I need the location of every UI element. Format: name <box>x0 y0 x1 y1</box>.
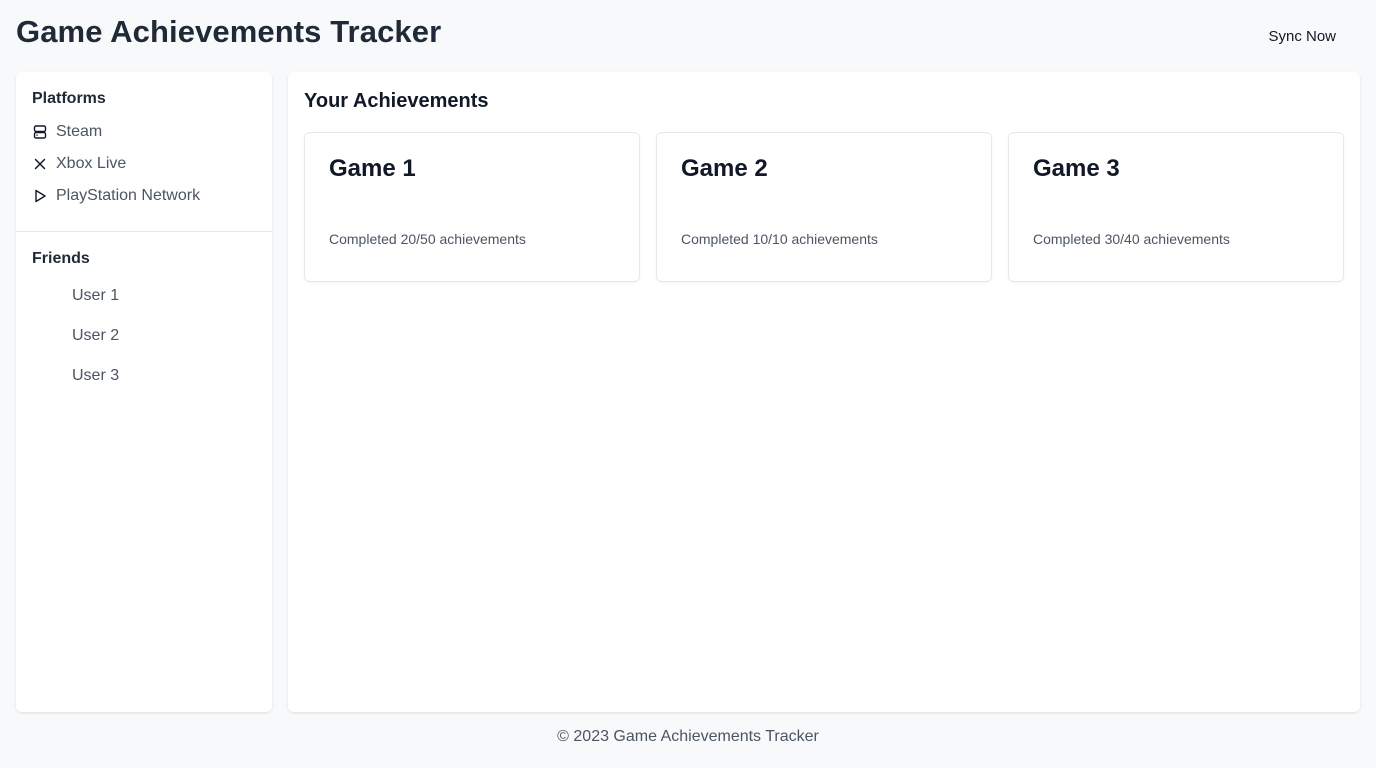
app-header: Game Achievements Tracker Sync Now <box>0 0 1376 72</box>
app-title: Game Achievements Tracker <box>16 14 442 49</box>
friend-item-user-2[interactable]: User 2 <box>32 316 256 356</box>
friends-section: Friends User 1 User 2 User 3 <box>16 232 272 412</box>
game-card-1[interactable]: Game 1 Completed 20/50 achievements <box>304 132 640 282</box>
sidebar: Platforms Steam Xbox Live PlayStation Ne… <box>16 72 272 712</box>
steam-icon <box>32 124 48 140</box>
copyright-text: © 2023 Game Achievements Tracker <box>557 728 819 745</box>
achievement-progress: Completed 10/10 achievements <box>681 231 878 247</box>
achievements-panel: Your Achievements Game 1 Completed 20/50… <box>288 72 1360 712</box>
friends-list: User 1 User 2 User 3 <box>32 276 256 396</box>
sync-now-button[interactable]: Sync Now <box>1256 20 1348 52</box>
game-title: Game 2 <box>681 155 768 182</box>
game-title: Game 1 <box>329 155 416 182</box>
game-card-3[interactable]: Game 3 Completed 30/40 achievements <box>1008 132 1344 282</box>
friend-item-user-1[interactable]: User 1 <box>32 276 256 316</box>
platforms-heading: Platforms <box>32 90 106 107</box>
playstation-icon <box>32 188 48 204</box>
game-cards: Game 1 Completed 20/50 achievements Game… <box>304 132 1344 282</box>
page-title: Your Achievements <box>304 90 489 112</box>
platform-item-playstation-network[interactable]: PlayStation Network <box>32 180 256 212</box>
achievement-progress: Completed 30/40 achievements <box>1033 231 1230 247</box>
platform-item-xbox-live[interactable]: Xbox Live <box>32 148 256 180</box>
game-title: Game 3 <box>1033 155 1120 182</box>
platforms-section: Platforms Steam Xbox Live PlayStation Ne… <box>16 72 272 232</box>
friend-item-user-3[interactable]: User 3 <box>32 356 256 396</box>
platform-label: PlayStation Network <box>56 187 201 204</box>
game-card-2[interactable]: Game 2 Completed 10/10 achievements <box>656 132 992 282</box>
friends-heading: Friends <box>32 250 90 267</box>
platform-label: Steam <box>56 123 103 140</box>
platform-label: Xbox Live <box>56 155 127 172</box>
footer: © 2023 Game Achievements Tracker <box>0 728 1376 746</box>
achievement-progress: Completed 20/50 achievements <box>329 231 526 247</box>
xbox-icon <box>32 156 48 172</box>
platform-item-steam[interactable]: Steam <box>32 116 256 148</box>
